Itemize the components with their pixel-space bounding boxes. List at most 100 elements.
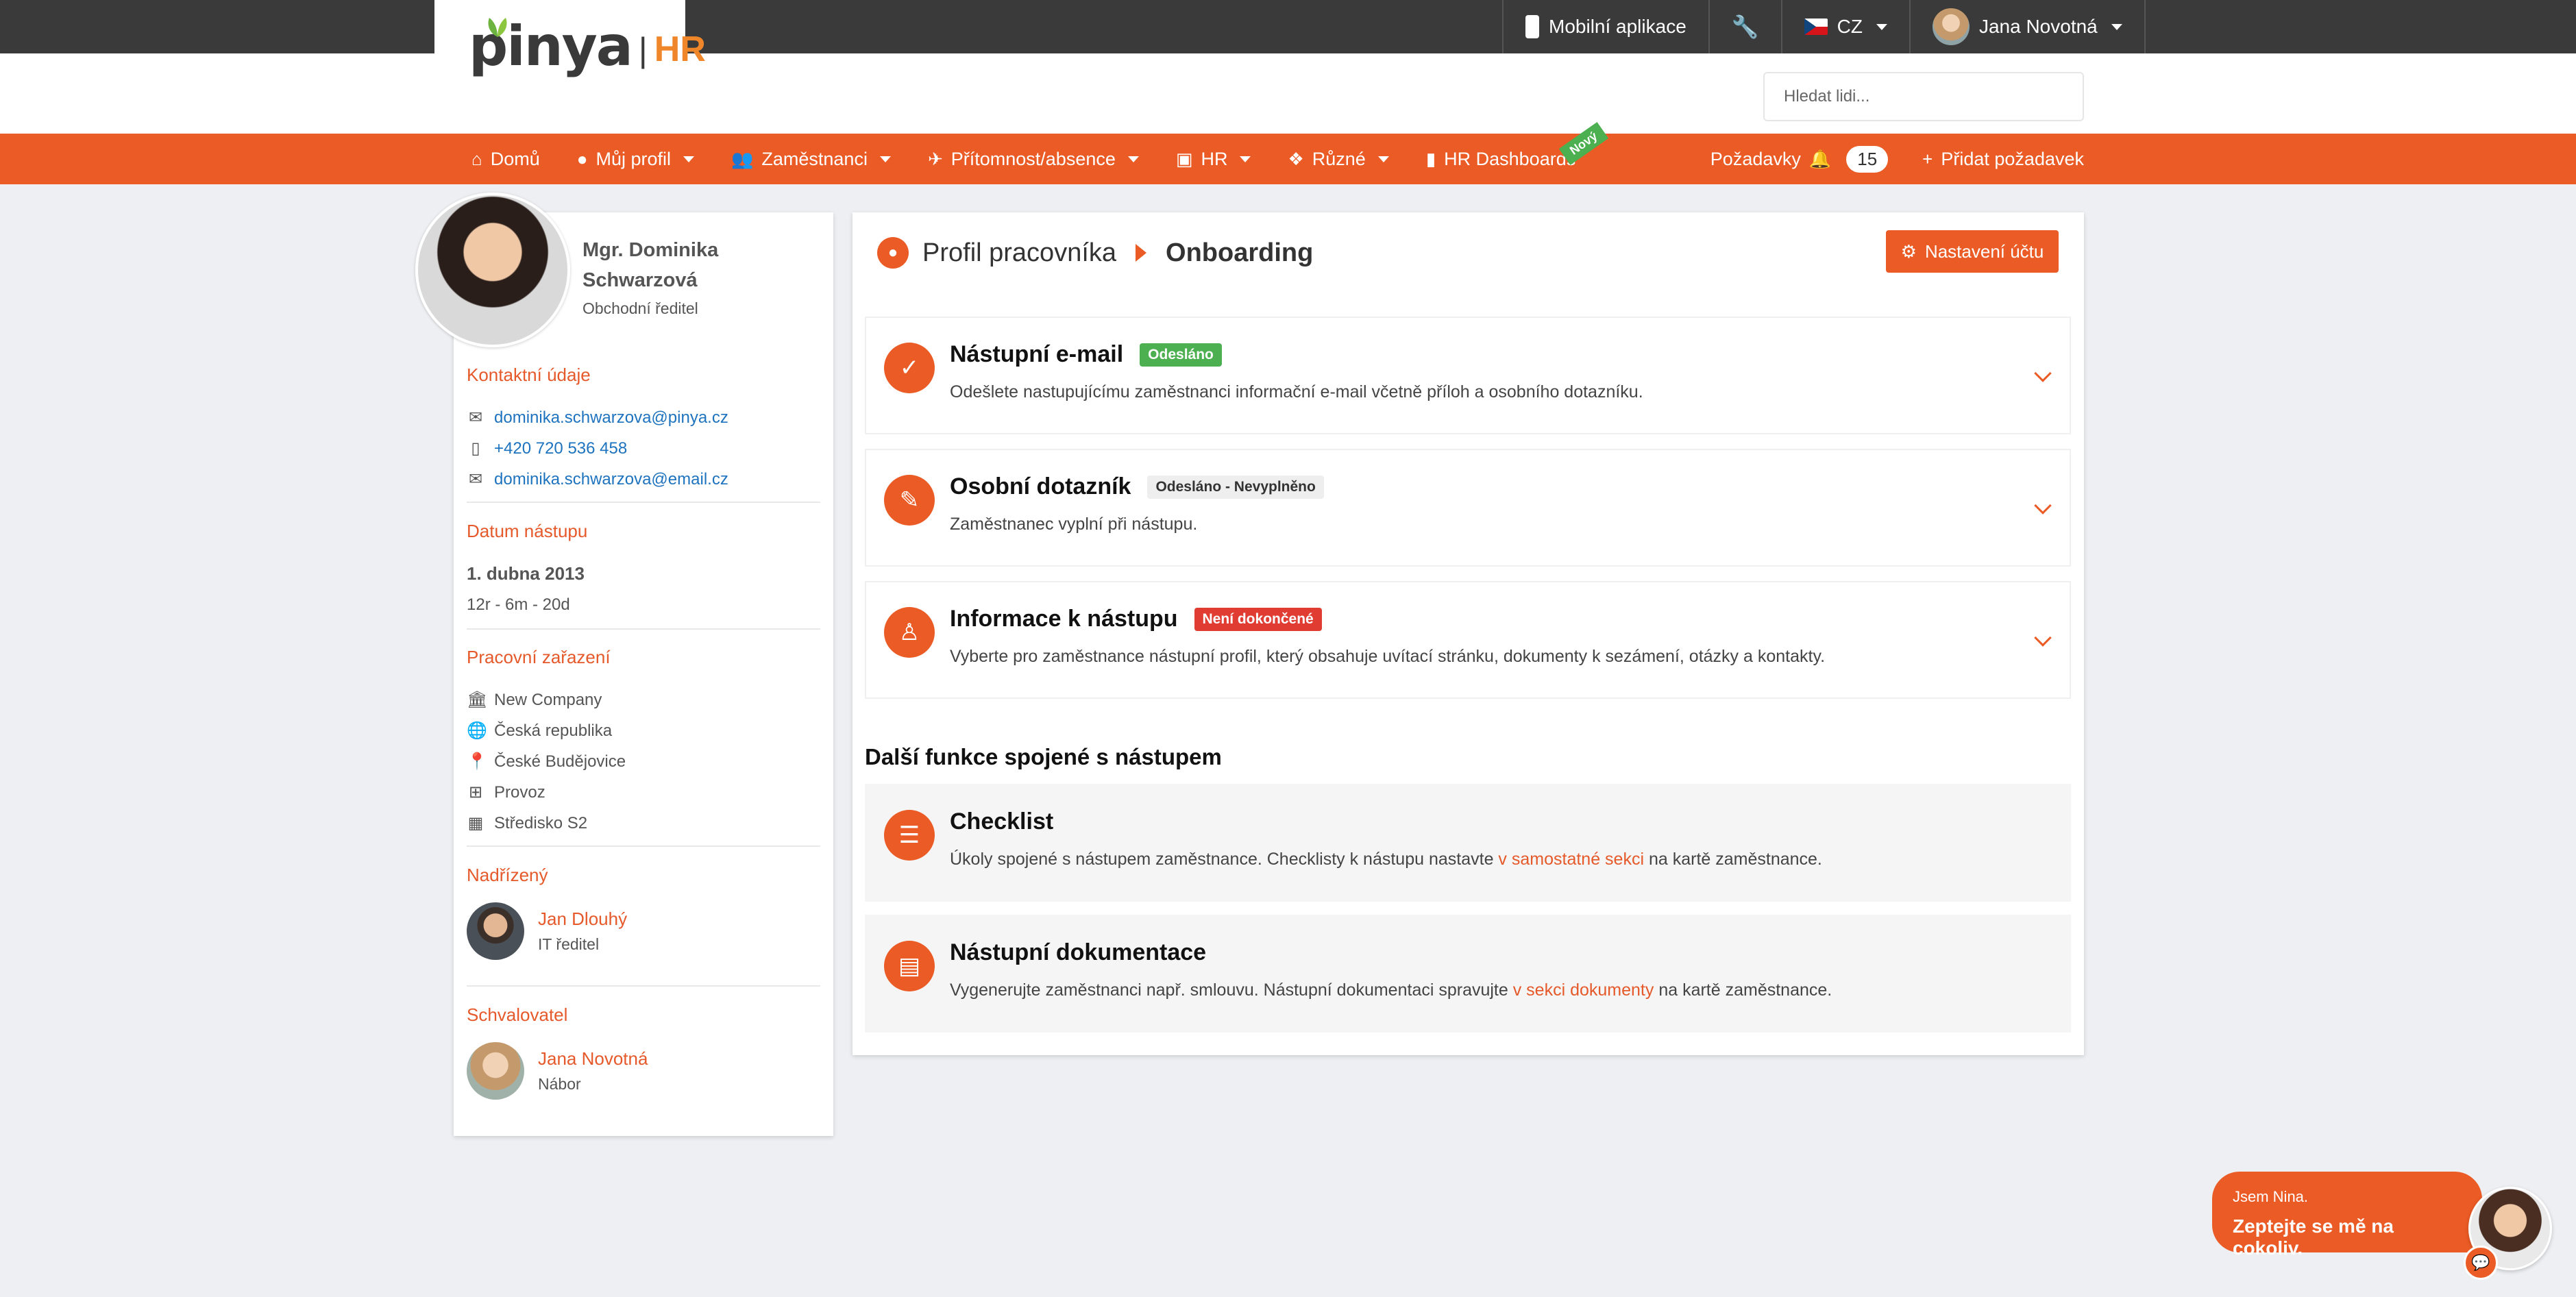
desc-text: na kartě zaměstnance. [1644, 850, 1822, 869]
documents-item: ▤ Nástupní dokumentace Vygenerujte zaměs… [865, 915, 2071, 1033]
bell-icon: 🔔 [1808, 148, 1832, 169]
caret-down-icon [1876, 23, 1887, 30]
search-people-input[interactable] [1763, 72, 2084, 121]
item-title-text: Osobní dotazník [950, 473, 1131, 499]
nav-item-my-profile[interactable]: ● Můj profil [577, 149, 694, 170]
requests-button[interactable]: Požadavky 🔔 15 [1710, 145, 1889, 173]
top-bar-menu: Mobilní aplikace 🔧 CZ Jana Novotná [1502, 0, 2146, 53]
mobile-icon: ▯ [471, 439, 480, 458]
chevron-down-icon[interactable] [2034, 629, 2052, 647]
chat-prompt: Zeptejte se mě na cokoliv. [2233, 1215, 2394, 1259]
item-title: Checklist [950, 808, 1053, 835]
position-row: 🏛 New Company [467, 684, 820, 715]
start-date: 1. dubna 2013 [467, 563, 585, 584]
item-title: Nástupní e-mail Odesláno [950, 341, 1222, 368]
nav-item-label: Můj profil [596, 148, 671, 169]
caret-down-icon [2111, 23, 2122, 30]
user-menu[interactable]: Jana Novotná [1909, 0, 2146, 53]
building-icon: ▦ [467, 814, 484, 832]
user-circle-icon: ● [877, 237, 909, 269]
tools-button[interactable]: 🔧 [1708, 0, 1781, 53]
profile-photo [415, 193, 570, 347]
status-badge: Není dokončené [1194, 607, 1322, 631]
item-description: Vyberte pro zaměstnance nástupní profil,… [950, 647, 1826, 666]
user-avatar [1932, 8, 1970, 45]
plus-icon: + [1922, 148, 1933, 169]
requests-label: Požadavky [1710, 148, 1801, 169]
private-email-link[interactable]: dominika.schwarzova@email.cz [494, 470, 728, 489]
work-email-link[interactable]: dominika.schwarzova@pinya.cz [494, 408, 728, 428]
breadcrumb-current: Onboarding [1166, 238, 1314, 267]
onboarding-item-questionnaire[interactable]: ✎ Osobní dotazník Odesláno - Nevyplněno … [865, 449, 2071, 567]
person-icon: ♙ [884, 607, 935, 658]
chat-assistant-bubble[interactable]: Jsem Nina. Zeptejte se mě na cokoliv. [2212, 1172, 2482, 1259]
approver-name: Jana Novotná [538, 1048, 648, 1069]
item-description: Zaměstnanec vyplní při nástupu. [950, 515, 1198, 534]
phone-link[interactable]: +420 720 536 458 [494, 439, 627, 458]
mobile-app-label: Mobilní aplikace [1549, 16, 1686, 37]
add-request-button[interactable]: + Přidat požadavek [1922, 149, 2084, 170]
pinya-hr-logo[interactable]: pinya | HR [469, 18, 706, 74]
nav-item-label: Přítomnost/absence [950, 148, 1116, 169]
caret-right-icon [1136, 244, 1147, 262]
item-title: Osobní dotazník Odesláno - Nevyplněno [950, 473, 1324, 500]
home-icon: ⌂ [471, 148, 482, 169]
cost-center: Středisko S2 [494, 813, 588, 832]
chat-intro: Jsem Nina. [2233, 1188, 2309, 1205]
divider [467, 502, 820, 503]
section-title: Schvalovatel [467, 1004, 568, 1025]
divider [467, 845, 820, 847]
nav-item-hr[interactable]: ▣ HR [1176, 149, 1251, 170]
chevron-down-icon[interactable] [2034, 497, 2052, 515]
status-badge: Odesláno - Nevyplněno [1147, 475, 1324, 499]
chevron-down-icon[interactable] [2034, 365, 2052, 382]
nav-item-hr-dashboards[interactable]: ▮ HR Dashboards Nový [1426, 121, 1609, 170]
approver-role: Nábor [538, 1075, 581, 1093]
nav-item-home[interactable]: ⌂ Domů [471, 149, 540, 170]
plane-icon: ✈ [927, 148, 943, 169]
documents-section-link[interactable]: v sekci dokumenty [1513, 980, 1654, 1000]
breadcrumb: ● Profil pracovníka Onboarding [877, 237, 1313, 269]
nav-item-label: HR Dashboards [1444, 148, 1576, 169]
approver-photo [467, 1042, 524, 1100]
desc-text: Vygenerujte zaměstnanci např. smlouvu. N… [950, 980, 1513, 1000]
nav-item-label: Zaměstnanci [761, 148, 868, 169]
nav-item-employees[interactable]: 👥 Zaměstnanci [731, 149, 891, 170]
user-circle-icon: ● [576, 148, 588, 169]
account-settings-label: Nastavení účtu [1924, 240, 2044, 262]
section-title: Nadřízený [467, 865, 548, 885]
start-date-section: Datum nástupu 1. dubna 2013 12r - 6m - 2… [467, 521, 820, 620]
section-title: Kontaktní údaje [467, 365, 591, 385]
manager-name: Jan Dlouhý [538, 909, 628, 929]
mobile-app-button[interactable]: Mobilní aplikace [1502, 0, 1708, 53]
divider [467, 985, 820, 987]
manager-person[interactable]: Jan Dlouhý IT ředitel [467, 902, 820, 960]
language-dropdown[interactable]: CZ [1780, 0, 1909, 53]
check-icon: ✓ [884, 343, 935, 393]
approver-section: Schvalovatel Jana Novotná Nábor [467, 1004, 820, 1100]
envelope-icon: ✉ [468, 470, 483, 489]
checklist-section-link[interactable]: v samostatné sekci [1498, 850, 1644, 869]
contact-row: ✉ dominika.schwarzova@email.cz [467, 464, 820, 495]
account-settings-button[interactable]: ⚙ Nastavení účtu [1886, 230, 2059, 273]
add-request-label: Přidat požadavek [1941, 148, 2084, 169]
breadcrumb-parent[interactable]: Profil pracovníka [922, 238, 1116, 268]
item-title-text: Nástupní e-mail [950, 341, 1124, 367]
nav-item-misc[interactable]: ❖ Různé [1288, 149, 1389, 170]
header [0, 53, 2576, 134]
caret-down-icon [683, 156, 694, 162]
chat-icon[interactable]: 💬 [2464, 1246, 2498, 1280]
country: Česká republika [494, 721, 613, 740]
status-badge: Odesláno [1140, 343, 1222, 367]
nav-item-attendance[interactable]: ✈ Přítomnost/absence [928, 149, 1139, 170]
item-title-text: Nástupní dokumentace [950, 939, 1207, 965]
onboarding-item-email[interactable]: ✓ Nástupní e-mail Odesláno Odešlete nast… [865, 317, 2071, 434]
logo-separator: | [638, 31, 648, 69]
checklist-item: ☰ Checklist Úkoly spojené s nástupem zam… [865, 784, 2071, 902]
position-row: 🌐 Česká republika [467, 715, 820, 746]
leaf-icon [488, 18, 507, 37]
onboarding-item-info[interactable]: ♙ Informace k nástupu Není dokončené Vyb… [865, 581, 2071, 699]
wrench-icon: 🔧 [1731, 14, 1759, 39]
manager-role: IT ředitel [538, 935, 600, 953]
approver-person[interactable]: Jana Novotná Nábor [467, 1042, 820, 1100]
